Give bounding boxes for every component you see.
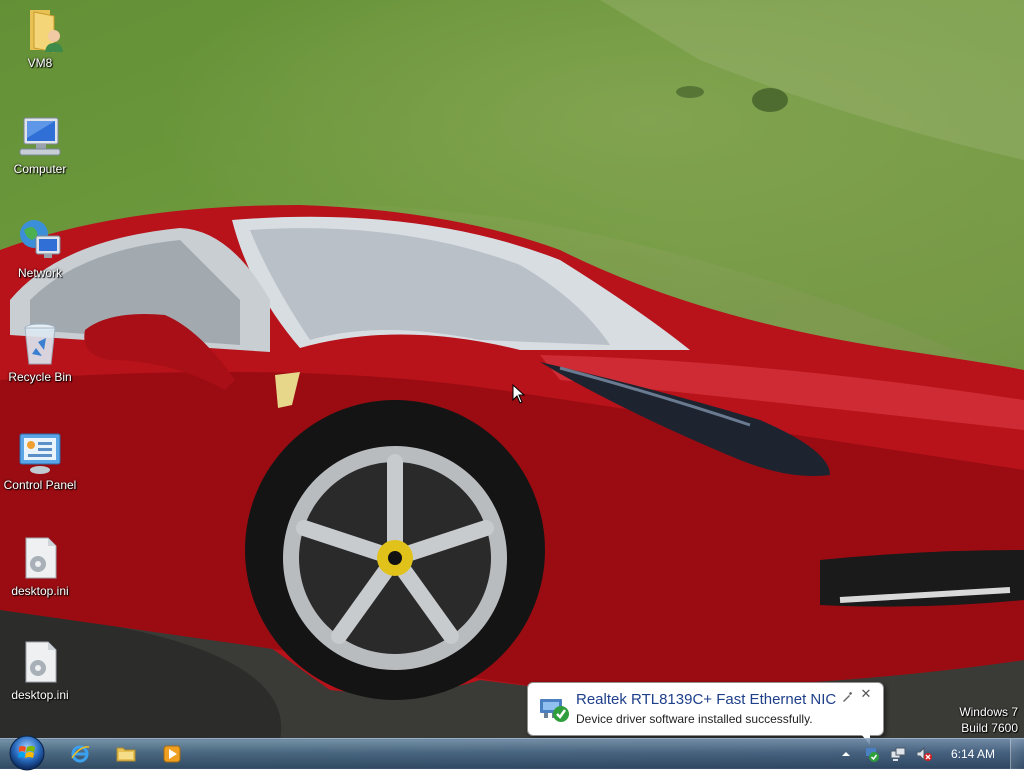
settings-file-icon xyxy=(25,641,57,683)
network-icon[interactable] xyxy=(890,746,906,762)
desktop-icon-network[interactable]: Network xyxy=(2,216,78,306)
desktop-icon-control-panel[interactable]: Control Panel xyxy=(2,428,78,518)
taskbar-internet-explorer-button[interactable] xyxy=(60,741,100,767)
folder-icon xyxy=(116,747,136,762)
windows-build-watermark: Windows 7 Build 7600 xyxy=(959,704,1018,736)
show-desktop-button[interactable] xyxy=(1010,739,1024,769)
recycle-bin-icon xyxy=(24,323,56,365)
taskbar: 6:14 AM xyxy=(0,735,1024,771)
desktop-icon-label: desktop.ini xyxy=(11,584,69,598)
driver-installed-notification[interactable]: Realtek RTL8139C+ Fast Ethernet NIC Devi… xyxy=(527,682,884,745)
control-panel-icon xyxy=(19,433,61,474)
desktop-icon-label: Network xyxy=(17,266,62,280)
desktop-icon-label: Control Panel xyxy=(3,478,77,492)
notification-title: Realtek RTL8139C+ Fast Ethernet NIC xyxy=(576,691,837,708)
taskbar-clock[interactable]: 6:14 AM xyxy=(940,739,1006,769)
computer-icon xyxy=(19,117,61,156)
desktop-icon-vm8[interactable]: VM8 xyxy=(2,6,78,96)
media-player-icon xyxy=(163,745,181,763)
desktop-icon-desktop-ini-1[interactable]: desktop.ini xyxy=(2,534,78,624)
desktop-icon-computer[interactable]: Computer xyxy=(2,112,78,202)
watermark-os-name: Windows 7 xyxy=(959,705,1018,719)
desktop-icon-label: VM8 xyxy=(27,56,53,70)
network-icon xyxy=(20,220,61,258)
taskbar-media-player-button[interactable] xyxy=(152,741,192,767)
settings-file-icon xyxy=(25,537,57,579)
device-installed-icon xyxy=(540,699,569,722)
show-hidden-icons-button[interactable] xyxy=(838,746,854,762)
desktop-icon-label: Recycle Bin xyxy=(8,370,72,384)
start-orb-icon[interactable] xyxy=(8,734,46,772)
internet-explorer-icon xyxy=(71,745,90,763)
desktop-icon-recycle-bin[interactable]: Recycle Bin xyxy=(2,320,78,410)
user-folder-icon xyxy=(30,10,63,53)
wrench-icon[interactable] xyxy=(841,691,853,703)
notification-close-button[interactable]: ✕ xyxy=(859,688,873,702)
watermark-build: Build 7600 xyxy=(961,721,1018,735)
mouse-cursor-icon xyxy=(512,384,526,404)
desktop-icon-label: desktop.ini xyxy=(11,688,69,702)
notification-message: Device driver software installed success… xyxy=(576,712,813,726)
device-install-icon[interactable] xyxy=(864,746,880,762)
desktop-icon-label: Computer xyxy=(13,162,67,176)
taskbar-windows-explorer-button[interactable] xyxy=(106,741,146,767)
volume-muted-icon[interactable] xyxy=(916,746,932,762)
desktop-icon-desktop-ini-2[interactable]: desktop.ini xyxy=(2,638,78,728)
